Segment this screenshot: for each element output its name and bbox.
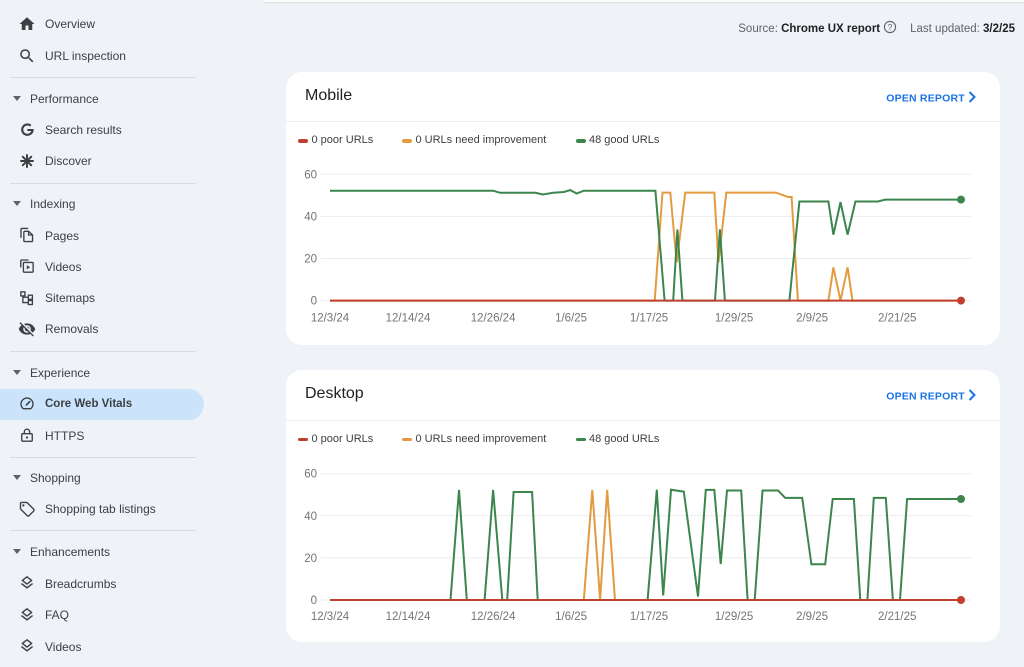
- svg-text:20: 20: [304, 254, 317, 266]
- svg-text:0: 0: [311, 296, 317, 308]
- svg-text:12/26/24: 12/26/24: [471, 611, 516, 623]
- svg-text:1/6/25: 1/6/25: [555, 611, 587, 623]
- svg-text:1/6/25: 1/6/25: [555, 313, 587, 325]
- svg-text:1/29/25: 1/29/25: [715, 313, 753, 325]
- svg-text:20: 20: [304, 553, 317, 565]
- svg-text:12/3/24: 12/3/24: [311, 313, 350, 325]
- svg-text:12/14/24: 12/14/24: [386, 611, 431, 623]
- svg-text:12/14/24: 12/14/24: [386, 313, 431, 325]
- svg-text:60: 60: [304, 169, 317, 181]
- svg-text:2/9/25: 2/9/25: [796, 611, 828, 623]
- svg-text:12/26/24: 12/26/24: [471, 313, 516, 325]
- svg-text:1/29/25: 1/29/25: [715, 611, 753, 623]
- svg-text:2/21/25: 2/21/25: [878, 313, 916, 325]
- svg-text:40: 40: [304, 211, 317, 223]
- svg-text:40: 40: [304, 511, 317, 523]
- svg-text:60: 60: [304, 469, 317, 481]
- svg-text:1/17/25: 1/17/25: [630, 313, 668, 325]
- svg-text:2/21/25: 2/21/25: [878, 611, 916, 623]
- svg-text:2/9/25: 2/9/25: [796, 313, 828, 325]
- svg-text:0: 0: [311, 595, 317, 607]
- svg-text:1/17/25: 1/17/25: [630, 611, 668, 623]
- svg-text:12/3/24: 12/3/24: [311, 611, 350, 623]
- svg-text:?: ?: [888, 22, 893, 32]
